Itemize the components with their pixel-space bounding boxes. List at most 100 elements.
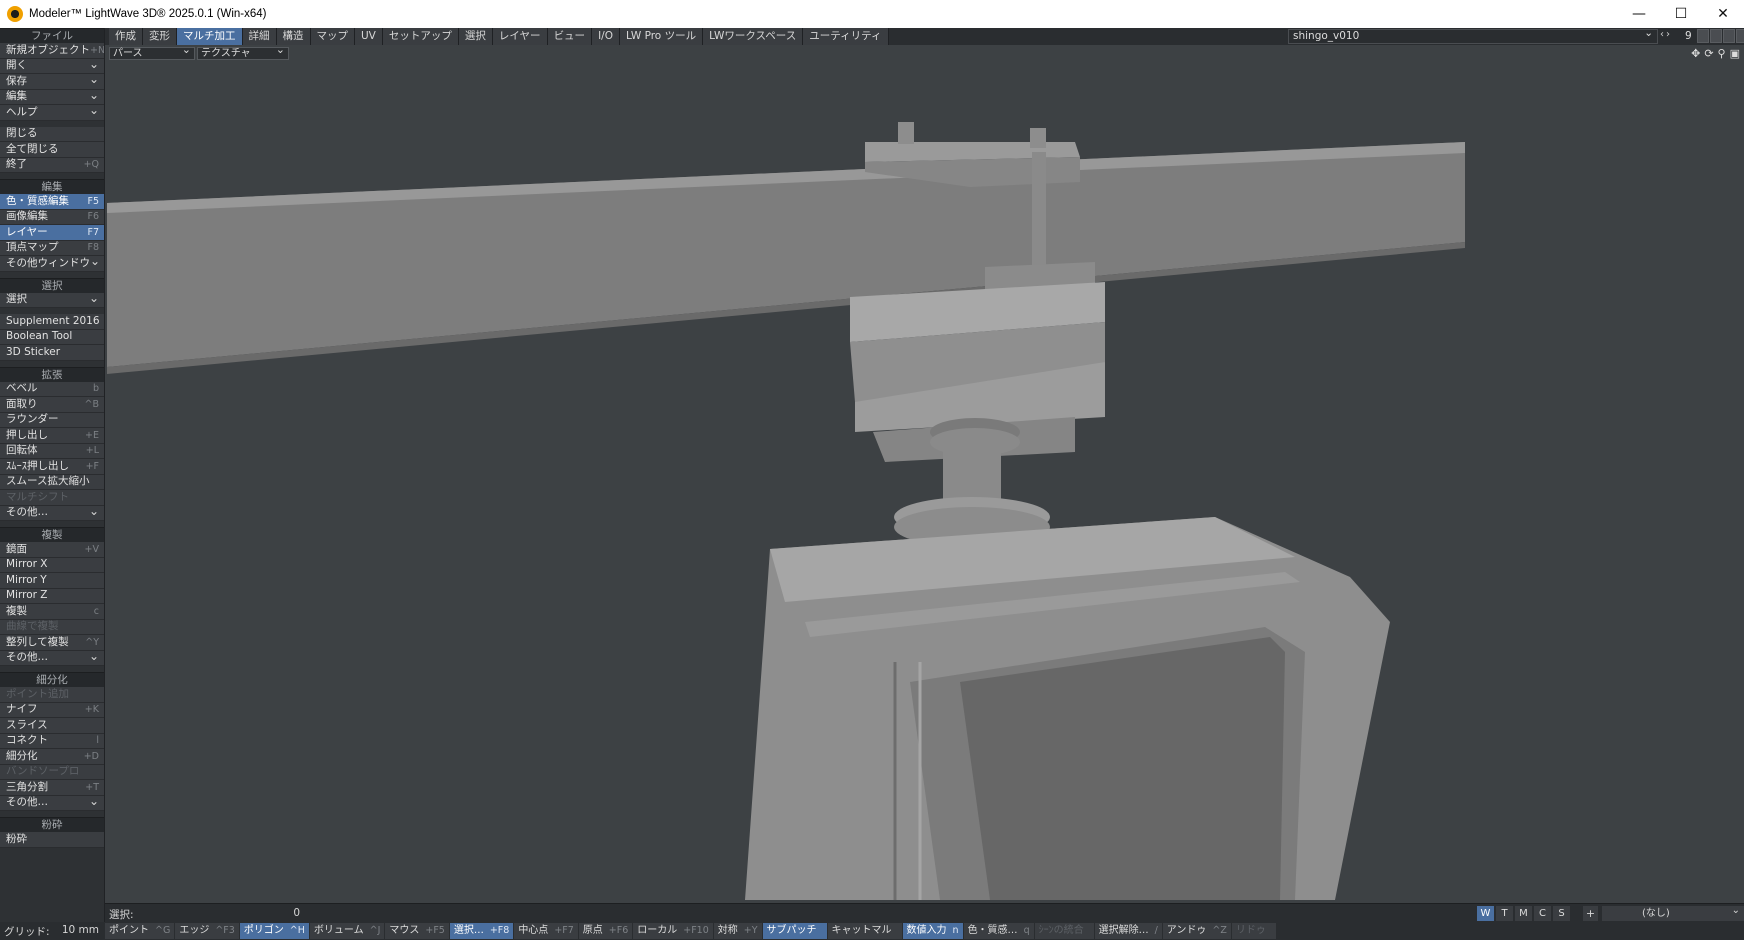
tool-button[interactable]: ヘルプ bbox=[0, 105, 104, 121]
tool-button[interactable]: ベベル b bbox=[0, 381, 104, 397]
mode-button[interactable]: 選択解除… / bbox=[1094, 923, 1162, 939]
mode-button[interactable]: エッジ ^F3 bbox=[175, 923, 239, 939]
view-toggle-s[interactable]: S bbox=[1553, 906, 1570, 921]
tool-button[interactable]: 開く bbox=[0, 58, 104, 74]
tab-6[interactable]: UV bbox=[355, 28, 383, 45]
view-toggle-t[interactable]: T bbox=[1496, 906, 1513, 921]
mode-button[interactable]: ローカル +F10 bbox=[633, 923, 713, 939]
tool-button[interactable]: 鏡面 +V bbox=[0, 542, 104, 558]
tab-11[interactable]: I/O bbox=[592, 28, 620, 45]
surface-select[interactable]: (なし) bbox=[1602, 903, 1744, 921]
tool-button[interactable]: 新規オブジェクト +N bbox=[0, 43, 104, 59]
mode-button[interactable]: ポイント ^G bbox=[105, 923, 175, 939]
mode-button[interactable]: サブパッチ bbox=[762, 923, 827, 939]
lightwave-logo-icon bbox=[7, 6, 23, 22]
view-toggle-c[interactable]: C bbox=[1534, 906, 1551, 921]
tool-button[interactable]: 編集 bbox=[0, 89, 104, 105]
mode-button[interactable]: アンドゥ ^Z bbox=[1162, 923, 1231, 939]
tab-14[interactable]: ユーティリティ bbox=[803, 28, 889, 45]
prev-arrow-icon[interactable]: ‹ bbox=[1660, 29, 1664, 40]
mode-label: ローカル bbox=[637, 925, 678, 936]
mode-button[interactable]: 選択… +F8 bbox=[449, 923, 514, 939]
tool-button[interactable]: Boolean Tool bbox=[0, 329, 104, 345]
layer-boxes[interactable] bbox=[1697, 29, 1744, 43]
minimize-button[interactable]: — bbox=[1618, 0, 1660, 28]
maximize-view-icon[interactable]: ▣ bbox=[1730, 47, 1740, 60]
mode-button[interactable]: 色・質感… q bbox=[963, 923, 1034, 939]
tab-10[interactable]: ビュー bbox=[547, 28, 593, 45]
render-mode-select[interactable]: テクスチャ bbox=[197, 44, 289, 60]
tool-button[interactable]: 複製 c bbox=[0, 604, 104, 620]
mode-button[interactable]: ポリゴン ^H bbox=[239, 923, 309, 939]
scene-select[interactable]: shingo_v010 bbox=[1288, 27, 1658, 44]
tool-button[interactable]: 画像編集 F6 bbox=[0, 209, 104, 225]
tool-button[interactable]: レイヤー F7 bbox=[0, 225, 104, 241]
tool-button[interactable]: 粉砕 bbox=[0, 832, 104, 848]
tab-5[interactable]: マップ bbox=[310, 28, 355, 45]
mode-button[interactable]: 数値入力 n bbox=[902, 923, 963, 939]
tool-button[interactable]: 頂点マップ F8 bbox=[0, 240, 104, 256]
tool-button[interactable]: 終了 +Q bbox=[0, 157, 104, 173]
mode-button[interactable]: ボリューム ^J bbox=[309, 923, 385, 939]
tool-button[interactable]: 閉じる bbox=[0, 126, 104, 142]
tool-button[interactable]: Supplement 2016 bbox=[0, 314, 104, 330]
add-button[interactable]: + bbox=[1583, 906, 1598, 921]
tool-button[interactable]: ナイフ +K bbox=[0, 702, 104, 718]
3d-viewport[interactable] bbox=[105, 62, 1744, 900]
tool-label: Boolean Tool bbox=[6, 330, 73, 342]
tab-8[interactable]: 選択 bbox=[458, 28, 493, 45]
mode-button[interactable]: キャットマル bbox=[827, 923, 902, 939]
tool-button[interactable]: 色・質感編集 F5 bbox=[0, 194, 104, 210]
tool-button[interactable]: 保存 bbox=[0, 74, 104, 90]
tool-button[interactable]: スライス bbox=[0, 718, 104, 734]
view-mode-select[interactable]: パース bbox=[109, 44, 195, 60]
tool-button[interactable]: スムース拡大縮小 bbox=[0, 474, 104, 490]
tool-button[interactable]: 整列して複製 ^Y bbox=[0, 635, 104, 651]
mode-button[interactable]: 対称 +Y bbox=[713, 923, 762, 939]
mode-button[interactable]: マウス +F5 bbox=[385, 923, 449, 939]
tool-button[interactable]: コネクト l bbox=[0, 733, 104, 749]
tab-0[interactable]: 作成 bbox=[109, 28, 143, 45]
layer-nav[interactable]: ‹ › bbox=[1660, 29, 1670, 40]
layer-box[interactable] bbox=[1710, 29, 1722, 43]
tool-button[interactable]: 面取り ^B bbox=[0, 397, 104, 413]
tool-button[interactable]: その他… bbox=[0, 795, 104, 811]
tool-button[interactable]: 3D Sticker bbox=[0, 345, 104, 361]
tab-1[interactable]: 変形 bbox=[143, 28, 177, 45]
shortcut-label: b bbox=[92, 383, 99, 394]
next-arrow-icon[interactable]: › bbox=[1666, 29, 1670, 40]
view-toggle-w[interactable]: W bbox=[1477, 906, 1494, 921]
tab-7[interactable]: セットアップ bbox=[382, 28, 459, 45]
mode-button[interactable]: 中心点 +F7 bbox=[514, 923, 578, 939]
layer-box[interactable] bbox=[1723, 29, 1735, 43]
tab-13[interactable]: LWワークスペース bbox=[703, 28, 804, 45]
close-button[interactable]: ✕ bbox=[1702, 0, 1744, 28]
tool-button[interactable]: ラウンダー bbox=[0, 412, 104, 428]
tab-3[interactable]: 詳細 bbox=[242, 28, 277, 45]
tool-button[interactable]: Mirror Y bbox=[0, 573, 104, 589]
tool-button[interactable]: その他… bbox=[0, 650, 104, 666]
tool-button[interactable]: 三角分割 +T bbox=[0, 780, 104, 796]
tab-12[interactable]: LW Pro ツール bbox=[619, 28, 704, 45]
zoom-view-icon[interactable]: ⚲ bbox=[1718, 47, 1726, 60]
viewport-header: パース テクスチャ ✥ ⟳ ⚲ ▣ bbox=[105, 44, 1744, 62]
tool-button[interactable]: 選択 bbox=[0, 292, 104, 308]
tool-button[interactable]: 細分化 +D bbox=[0, 749, 104, 765]
tool-button[interactable]: その他… bbox=[0, 505, 104, 521]
layer-box[interactable] bbox=[1736, 29, 1744, 43]
tool-button[interactable]: 押し出し +E bbox=[0, 428, 104, 444]
tool-button[interactable]: Mirror Z bbox=[0, 588, 104, 604]
tool-button[interactable]: 回転体 +L bbox=[0, 443, 104, 459]
tool-button[interactable]: 全て閉じる bbox=[0, 142, 104, 158]
tool-button[interactable]: ｽﾑｰｽ押し出し +F bbox=[0, 459, 104, 475]
layer-box[interactable] bbox=[1697, 29, 1709, 43]
tab-9[interactable]: レイヤー bbox=[492, 28, 548, 45]
move-view-icon[interactable]: ✥ bbox=[1691, 47, 1700, 60]
view-toggle-m[interactable]: M bbox=[1515, 906, 1532, 921]
maximize-button[interactable]: ☐ bbox=[1660, 0, 1702, 28]
mode-button[interactable]: 原点 +F6 bbox=[578, 923, 633, 939]
tool-button[interactable]: その他ウィンドウ bbox=[0, 256, 104, 272]
rotate-view-icon[interactable]: ⟳ bbox=[1704, 47, 1713, 60]
mode-button: ｼｰﾝの統合 bbox=[1034, 923, 1094, 939]
tool-button[interactable]: Mirror X bbox=[0, 557, 104, 573]
